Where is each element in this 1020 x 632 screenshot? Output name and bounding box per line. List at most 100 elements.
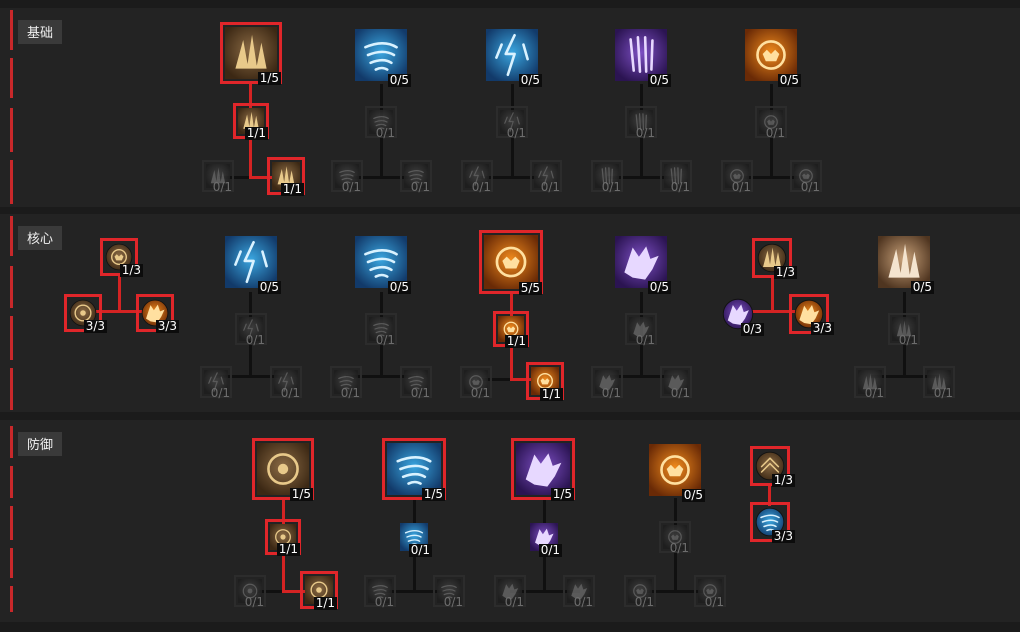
rank-counter: 0/1 bbox=[375, 333, 395, 347]
rank-counter: 3/3 bbox=[771, 529, 795, 543]
rank-counter: 0/5 bbox=[910, 280, 934, 294]
skill-modifier-node[interactable]: 1/1 bbox=[526, 362, 564, 401]
rank-counter: 0/5 bbox=[777, 73, 801, 87]
skill-upgrade-node[interactable]: 0/1 bbox=[888, 313, 920, 347]
section-core: 核心 1/3 3/3 3/3 0/5 0/1 0/1 0/1 0/5 0/1 0… bbox=[0, 214, 1020, 412]
skill-node-lightning-storm[interactable]: 0/5 bbox=[223, 234, 281, 294]
skill-modifier-node[interactable]: 0/1 bbox=[591, 366, 623, 400]
skill-node-tornado[interactable]: 0/5 bbox=[353, 234, 411, 294]
rank-counter: 3/3 bbox=[810, 321, 834, 335]
skill-upgrade-node[interactable]: 0/1 bbox=[365, 106, 397, 140]
skill-node-cyclone-armor[interactable]: 1/5 bbox=[382, 438, 446, 501]
rank-counter: 0/1 bbox=[408, 543, 432, 557]
rank-counter: 0/1 bbox=[670, 386, 690, 400]
passive-node[interactable]: 3/3 bbox=[136, 294, 179, 333]
rank-counter: 3/3 bbox=[83, 319, 107, 333]
section-rail bbox=[10, 266, 13, 308]
rank-counter: 0/1 bbox=[635, 126, 655, 140]
skill-upgrade-node[interactable]: 0/1 bbox=[496, 106, 528, 140]
skill-node-claw[interactable]: 0/5 bbox=[613, 27, 671, 87]
skill-node-pulverize[interactable]: 5/5 bbox=[479, 230, 543, 295]
rank-counter: 0/1 bbox=[540, 180, 560, 194]
skill-upgrade-node[interactable]: 0/1 bbox=[365, 313, 397, 347]
skill-modifier-node[interactable]: 0/1 bbox=[234, 575, 266, 609]
rank-counter: 0/5 bbox=[257, 280, 281, 294]
skill-modifier-node[interactable]: 0/1 bbox=[494, 575, 526, 609]
section-title: 核心 bbox=[18, 226, 63, 250]
skill-modifier-node[interactable]: 0/1 bbox=[200, 366, 232, 400]
tree-connector bbox=[771, 276, 774, 312]
skill-upgrade-node[interactable]: 0/1 bbox=[659, 521, 691, 555]
rank-counter: 0/1 bbox=[765, 126, 785, 140]
rank-counter: 0/1 bbox=[375, 126, 395, 140]
rank-counter: 1/3 bbox=[119, 263, 143, 277]
skill-modifier-node[interactable]: 0/1 bbox=[331, 160, 363, 194]
rank-counter: 0/5 bbox=[647, 280, 671, 294]
skill-modifier-node[interactable]: 0/1 bbox=[330, 366, 362, 400]
rank-counter: 0/1 bbox=[538, 543, 562, 557]
passive-node[interactable]: 3/3 bbox=[750, 502, 795, 543]
skill-node-storm-strike[interactable]: 0/5 bbox=[484, 27, 542, 87]
skill-node-landslide[interactable]: 0/5 bbox=[876, 234, 934, 294]
skill-modifier-node[interactable]: 0/1 bbox=[591, 160, 623, 194]
passive-node[interactable]: 1/3 bbox=[752, 238, 797, 279]
skill-upgrade-node[interactable]: 0/1 bbox=[625, 106, 657, 140]
passive-node[interactable]: 3/3 bbox=[64, 294, 107, 333]
skill-modifier-node[interactable]: 1/1 bbox=[267, 157, 305, 196]
rank-counter: 1/5 bbox=[421, 487, 445, 501]
rank-counter: 0/1 bbox=[635, 333, 655, 347]
rank-counter: 1/1 bbox=[313, 596, 337, 610]
rank-counter: 0/1 bbox=[704, 595, 724, 609]
passive-node[interactable]: 3/3 bbox=[789, 294, 834, 335]
section-rail bbox=[10, 10, 13, 50]
skill-node-shred[interactable]: 0/5 bbox=[613, 234, 671, 294]
passive-node[interactable]: 1/3 bbox=[100, 238, 143, 277]
skill-upgrade-node[interactable]: 1/1 bbox=[233, 103, 269, 140]
rank-counter: 1/5 bbox=[550, 487, 574, 501]
rank-counter: 0/5 bbox=[387, 73, 411, 87]
skill-upgrade-node[interactable]: 0/1 bbox=[398, 521, 432, 557]
skill-modifier-node[interactable]: 0/1 bbox=[364, 575, 396, 609]
skill-modifier-node[interactable]: 0/1 bbox=[400, 160, 432, 194]
skill-node-earthen-bulwark[interactable]: 1/5 bbox=[252, 438, 314, 501]
rank-counter: 1/1 bbox=[504, 334, 528, 348]
section-defense: 防御 1/5 1/1 0/1 1/1 1/5 0/1 0/1 0/1 1/5 0… bbox=[0, 420, 1020, 622]
skill-modifier-node[interactable]: 0/1 bbox=[563, 575, 595, 609]
skill-modifier-node[interactable]: 0/1 bbox=[660, 160, 692, 194]
skill-upgrade-node[interactable]: 0/1 bbox=[755, 106, 787, 140]
rank-counter: 0/5 bbox=[647, 73, 671, 87]
skill-modifier-node[interactable]: 0/1 bbox=[694, 575, 726, 609]
skill-upgrade-node[interactable]: 1/1 bbox=[493, 311, 529, 348]
skill-upgrade-node[interactable]: 1/1 bbox=[265, 519, 301, 556]
skill-node-blood-howl[interactable]: 1/5 bbox=[511, 438, 575, 501]
skill-modifier-node[interactable]: 0/1 bbox=[660, 366, 692, 400]
skill-modifier-node[interactable]: 0/1 bbox=[202, 160, 234, 194]
skill-upgrade-node[interactable]: 0/1 bbox=[235, 313, 267, 347]
skill-modifier-node[interactable]: 0/1 bbox=[433, 575, 465, 609]
skill-modifier-node[interactable]: 0/1 bbox=[624, 575, 656, 609]
skill-modifier-node[interactable]: 0/1 bbox=[460, 366, 492, 400]
passive-node[interactable]: 1/3 bbox=[750, 446, 795, 487]
skill-modifier-node[interactable]: 0/1 bbox=[461, 160, 493, 194]
skill-modifier-node[interactable]: 0/1 bbox=[270, 366, 302, 400]
skill-modifier-node[interactable]: 0/1 bbox=[854, 366, 886, 400]
rank-counter: 0/1 bbox=[470, 386, 490, 400]
skill-upgrade-node[interactable]: 0/1 bbox=[528, 521, 562, 557]
skill-node-wood-spikes[interactable]: 1/5 bbox=[220, 22, 282, 85]
skill-node-debilitating-roar[interactable]: 0/5 bbox=[647, 442, 705, 502]
rank-counter: 0/1 bbox=[504, 595, 524, 609]
skill-modifier-node[interactable]: 0/1 bbox=[790, 160, 822, 194]
skill-modifier-node[interactable]: 1/1 bbox=[300, 571, 338, 610]
skill-modifier-node[interactable]: 0/1 bbox=[721, 160, 753, 194]
skill-modifier-node[interactable]: 0/1 bbox=[530, 160, 562, 194]
skill-node-wind-claw[interactable]: 0/5 bbox=[353, 27, 411, 87]
section-rail bbox=[10, 216, 13, 256]
rank-counter: 0/1 bbox=[341, 180, 361, 194]
rank-counter: 0/1 bbox=[670, 180, 690, 194]
skill-upgrade-node[interactable]: 0/1 bbox=[625, 313, 657, 347]
skill-modifier-node[interactable]: 0/1 bbox=[923, 366, 955, 400]
passive-node[interactable]: 0/3 bbox=[720, 296, 764, 336]
rank-counter: 0/5 bbox=[387, 280, 411, 294]
skill-node-maul[interactable]: 0/5 bbox=[743, 27, 801, 87]
skill-modifier-node[interactable]: 0/1 bbox=[400, 366, 432, 400]
